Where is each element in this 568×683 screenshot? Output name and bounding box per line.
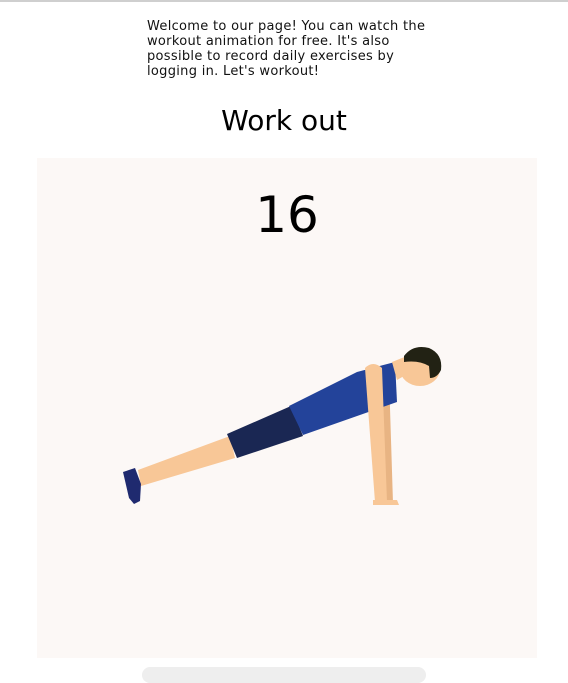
shoe	[123, 468, 141, 504]
intro-text: Welcome to our page! You can watch the w…	[147, 19, 426, 79]
workout-animation-stage: 16	[37, 158, 537, 658]
top-divider	[0, 0, 568, 2]
push-up-figure	[123, 347, 442, 505]
page-title: Work out	[221, 104, 347, 137]
shorts	[227, 406, 303, 458]
hand	[373, 500, 399, 505]
bottom-action-button[interactable]	[142, 667, 426, 683]
leg	[138, 436, 235, 486]
